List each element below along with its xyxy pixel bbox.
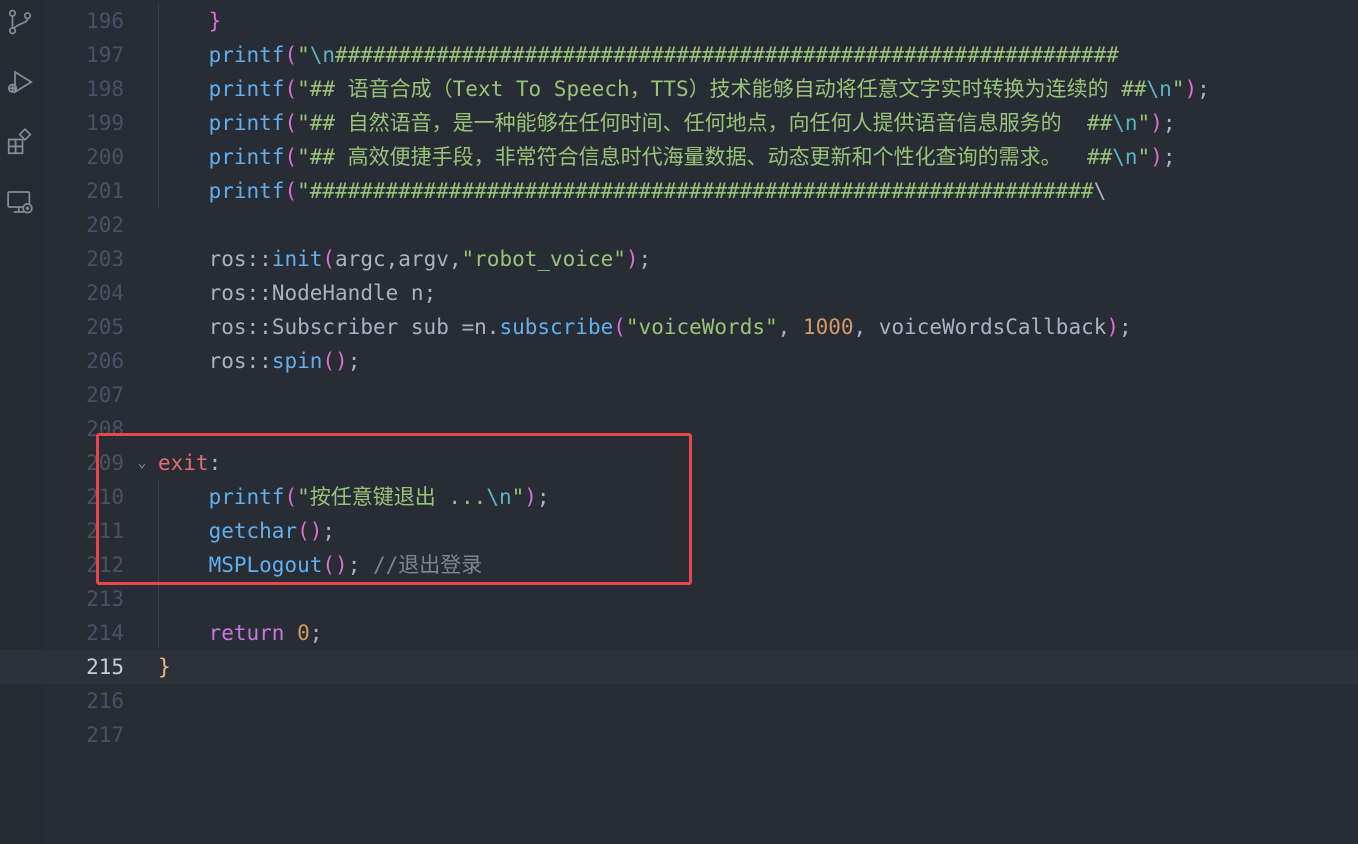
annotation-highlight-box — [96, 433, 692, 585]
code-line[interactable]: 202 — [0, 208, 1358, 242]
line-number: 199 — [86, 111, 124, 135]
code-text: ros::Subscriber sub =n.subscribe("voiceW… — [208, 315, 1132, 339]
code-line[interactable]: 216 — [0, 684, 1358, 718]
code-line[interactable]: 205 ros::Subscriber sub =n.subscribe("vo… — [0, 310, 1358, 344]
code-line[interactable]: 214 return 0; — [0, 616, 1358, 650]
code-line[interactable]: 198 printf("## 语音合成（Text To Speech，TTS）技… — [0, 72, 1358, 106]
line-number: 205 — [86, 315, 124, 339]
code-line[interactable]: 215} — [0, 650, 1358, 684]
code-line[interactable]: 199 printf("## 自然语音，是一种能够在任何时间、任何地点，向任何人… — [0, 106, 1358, 140]
line-number: 198 — [86, 77, 124, 101]
code-line[interactable]: 206 ros::spin(); — [0, 344, 1358, 378]
line-number: 213 — [86, 587, 124, 611]
code-line[interactable]: 203 ros::init(argc,argv,"robot_voice"); — [0, 242, 1358, 276]
line-number: 197 — [86, 43, 124, 67]
code-line[interactable]: 201 printf("############################… — [0, 174, 1358, 208]
line-number: 206 — [86, 349, 124, 373]
code-text: return 0; — [208, 621, 323, 645]
line-number: 200 — [86, 145, 124, 169]
code-text: } — [208, 9, 222, 33]
code-text: printf("## 高效便捷手段，非常符合信息时代海量数据、动态更新和个性化查… — [208, 145, 1176, 169]
code-text: ros::init(argc,argv,"robot_voice"); — [208, 247, 652, 271]
line-number: 196 — [86, 9, 124, 33]
line-number: 214 — [86, 621, 124, 645]
code-line[interactable]: 200 printf("## 高效便捷手段，非常符合信息时代海量数据、动态更新和… — [0, 140, 1358, 174]
line-number: 204 — [86, 281, 124, 305]
line-number: 202 — [86, 213, 124, 237]
line-number: 207 — [86, 383, 124, 407]
code-text: printf("################################… — [208, 179, 1107, 203]
code-line[interactable]: 207 — [0, 378, 1358, 412]
code-line[interactable]: 217 — [0, 718, 1358, 752]
code-editor[interactable]: 196 } 197 printf("\n#####################… — [0, 4, 1358, 844]
code-line[interactable]: 213 — [0, 582, 1358, 616]
code-text: ros::NodeHandle n; — [208, 281, 437, 305]
code-line[interactable]: 204 ros::NodeHandle n; — [0, 276, 1358, 310]
code-line[interactable]: 197 printf("\n##########################… — [0, 38, 1358, 72]
line-number: 215 — [86, 655, 124, 679]
line-number: 201 — [86, 179, 124, 203]
code-line[interactable]: 196 } — [0, 4, 1358, 38]
code-text: printf("\n##############################… — [208, 43, 1119, 67]
line-number: 217 — [86, 723, 124, 747]
line-number: 216 — [86, 689, 124, 713]
code-text: printf("## 自然语音，是一种能够在任何时间、任何地点，向任何人提供语音… — [208, 111, 1176, 135]
line-number: 203 — [86, 247, 124, 271]
code-text: } — [158, 655, 171, 679]
code-text: printf("## 语音合成（Text To Speech，TTS）技术能够自… — [208, 77, 1210, 101]
code-text: ros::spin(); — [208, 349, 361, 373]
